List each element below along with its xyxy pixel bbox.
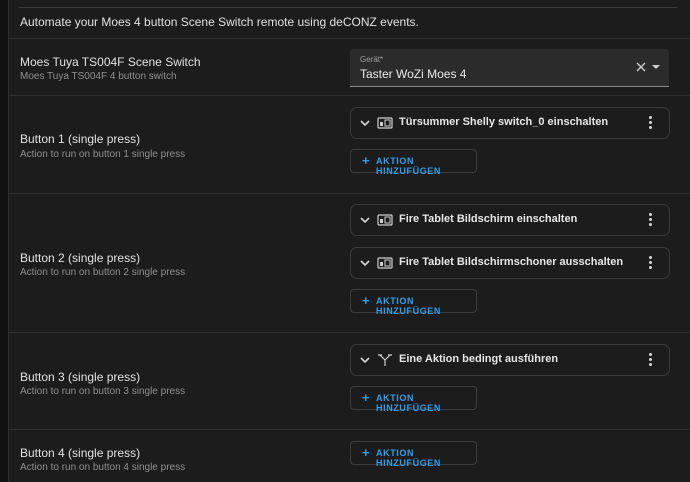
action-item[interactable]: Türsummer Shelly switch_0 einschalten: [350, 107, 670, 139]
device-select-value: Taster WoZi Moes 4: [360, 67, 467, 81]
plus-icon: +: [362, 445, 370, 460]
button-3-label: Button 3 (single press): [20, 370, 141, 384]
clear-icon[interactable]: [634, 60, 648, 74]
add-action-label: AKTION HINZUFÜGEN: [376, 296, 441, 316]
add-action-button[interactable]: + AKTION HINZUFÜGEN: [350, 386, 477, 413]
add-action-button[interactable]: + AKTION HINZUFÜGEN: [350, 289, 477, 316]
row-divider: [9, 332, 690, 333]
more-options-icon[interactable]: [647, 353, 653, 367]
action-item[interactable]: Eine Aktion bedingt ausführen: [350, 344, 670, 376]
chevron-down-icon[interactable]: [359, 214, 371, 226]
plus-icon: +: [362, 153, 370, 168]
blueprint-description: Automate your Moes 4 button Scene Switch…: [20, 15, 419, 29]
plus-icon: +: [362, 293, 370, 308]
chevron-down-icon[interactable]: [359, 117, 371, 129]
branch-icon: [378, 354, 392, 366]
more-options-icon[interactable]: [647, 213, 653, 227]
blueprint-card: Automate your Moes 4 button Scene Switch…: [8, 0, 690, 482]
add-action-button[interactable]: + AKTION HINZUFÜGEN: [350, 441, 477, 468]
more-options-icon[interactable]: [647, 256, 653, 270]
button-1-label: Button 1 (single press): [20, 132, 141, 146]
more-options-icon[interactable]: [647, 116, 653, 130]
dropdown-arrow-icon[interactable]: [652, 65, 660, 69]
device-icon: [377, 257, 393, 269]
row-divider: [9, 429, 690, 430]
action-label: Fire Tablet Bildschirm einschalten: [399, 213, 578, 225]
button-4-sublabel: Action to run on button 4 single press: [20, 462, 186, 473]
device-row-sublabel: Moes Tuya TS004F 4 button switch: [20, 71, 177, 82]
row-divider: [9, 95, 690, 96]
button-2-sublabel: Action to run on button 2 single press: [20, 267, 186, 278]
device-select-label: Gerät*: [360, 55, 384, 64]
add-action-label: AKTION HINZUFÜGEN: [376, 156, 441, 176]
row-divider: [9, 38, 690, 39]
action-item[interactable]: Fire Tablet Bildschirm einschalten: [350, 204, 670, 236]
row-divider: [9, 193, 690, 194]
button-3-sublabel: Action to run on button 3 single press: [20, 386, 186, 397]
action-label: Fire Tablet Bildschirmschoner ausschalte…: [399, 256, 624, 268]
device-icon: [377, 117, 393, 129]
top-divider: [19, 7, 677, 8]
plus-icon: +: [362, 390, 370, 405]
add-action-button[interactable]: + AKTION HINZUFÜGEN: [350, 149, 477, 176]
chevron-down-icon[interactable]: [359, 257, 371, 269]
button-2-label: Button 2 (single press): [20, 251, 141, 265]
button-4-label: Button 4 (single press): [20, 446, 141, 460]
add-action-label: AKTION HINZUFÜGEN: [376, 393, 441, 413]
device-icon: [377, 214, 393, 226]
action-label: Türsummer Shelly switch_0 einschalten: [399, 116, 609, 128]
button-1-sublabel: Action to run on button 1 single press: [20, 149, 186, 160]
action-item[interactable]: Fire Tablet Bildschirmschoner ausschalte…: [350, 247, 670, 279]
device-select[interactable]: Gerät* Taster WoZi Moes 4: [350, 49, 669, 87]
chevron-down-icon[interactable]: [359, 354, 371, 366]
device-row-label: Moes Tuya TS004F Scene Switch: [20, 55, 201, 69]
add-action-label: AKTION HINZUFÜGEN: [376, 448, 441, 468]
action-label: Eine Aktion bedingt ausführen: [399, 353, 559, 365]
